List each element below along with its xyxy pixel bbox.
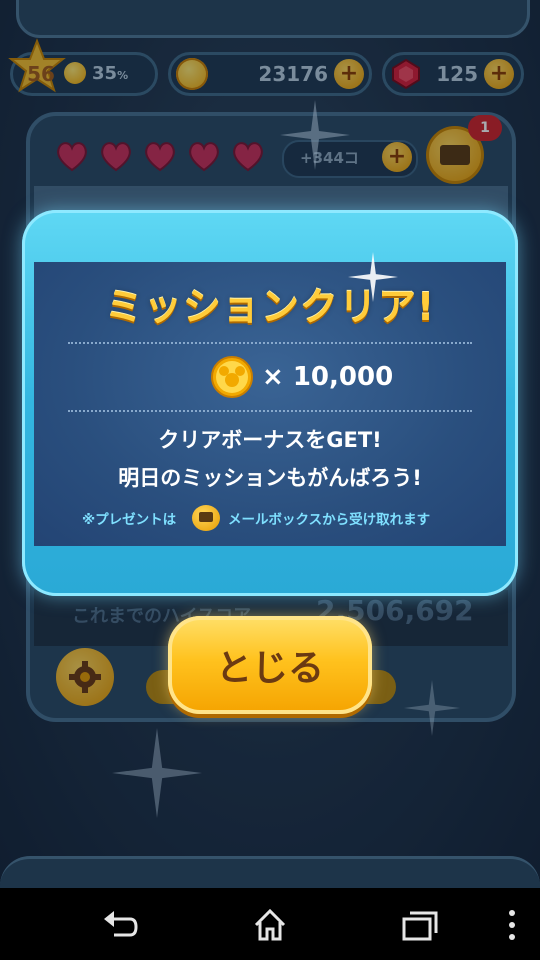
dialog-title: ミッションクリア!	[104, 285, 436, 329]
divider	[68, 410, 472, 412]
recent-apps-icon[interactable]	[400, 905, 440, 945]
divider	[68, 342, 472, 344]
reward-amount: × 10,000	[262, 362, 394, 392]
present-note-prefix: ※プレゼントは	[82, 512, 177, 528]
close-button[interactable]: とじる	[168, 616, 372, 714]
mickey-coin-icon	[211, 356, 253, 398]
envelope-icon	[199, 512, 213, 522]
clear-bonus-message: クリアボーナスをGET!	[158, 428, 382, 452]
overflow-menu-icon[interactable]	[492, 905, 532, 945]
encouragement-message: 明日のミッションもがんばろう!	[118, 466, 422, 490]
present-note-suffix: メールボックスから受け取れます	[228, 512, 431, 528]
home-icon[interactable]	[250, 905, 290, 945]
back-arrow-icon[interactable]	[100, 905, 140, 945]
